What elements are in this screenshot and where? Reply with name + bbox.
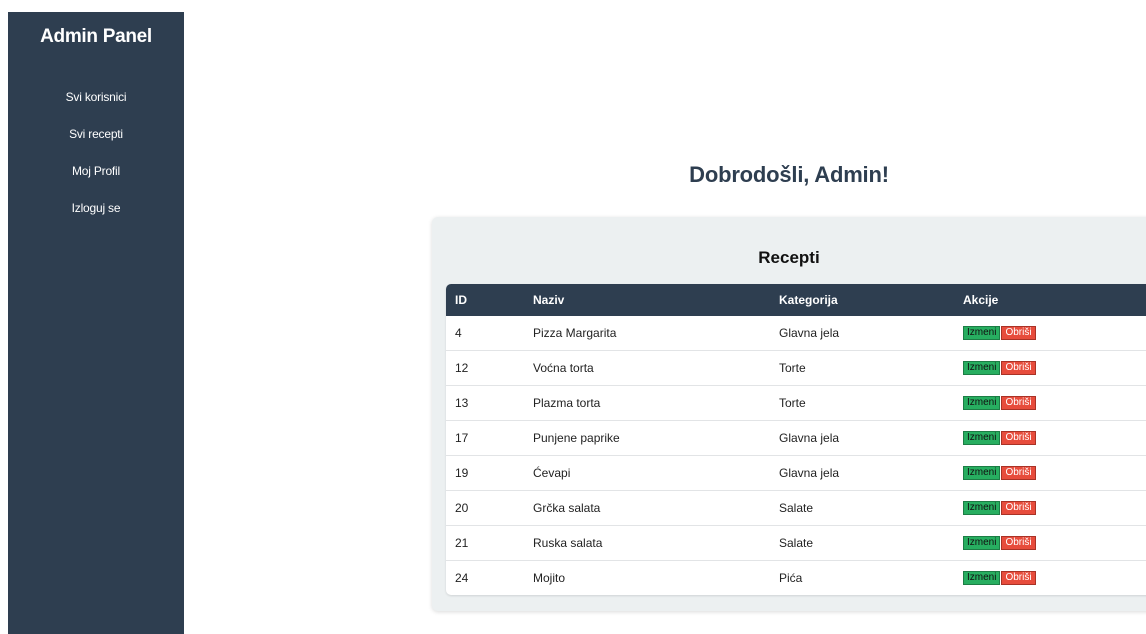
sidebar-item-izloguj-se[interactable]: Izloguj se [8, 201, 184, 238]
cell-akcije: Izmeni Obriši [954, 385, 1146, 421]
delete-button[interactable]: Obriši [1001, 326, 1036, 341]
table-header-row: ID Naziv Kategorija Akcije [446, 284, 1146, 316]
edit-button[interactable]: Izmeni [963, 466, 1001, 481]
cell-id: 12 [446, 350, 524, 386]
cell-kategorija: Salate [770, 490, 954, 526]
cell-id: 21 [446, 525, 524, 561]
cell-kategorija: Salate [770, 525, 954, 561]
header-naziv: Naziv [533, 293, 565, 307]
cell-naziv: Plazma torta [524, 385, 770, 421]
recipes-panel: Recepti ID Naziv Kategorija Akcije 4 Pizz… [432, 217, 1146, 611]
edit-button[interactable]: Izmeni [963, 536, 1001, 551]
edit-button[interactable]: Izmeni [963, 501, 1001, 516]
cell-id: 20 [446, 490, 524, 526]
delete-button[interactable]: Obriši [1001, 396, 1036, 411]
header-kategorija: Kategorija [779, 293, 838, 307]
table-row: 4 Pizza Margarita Glavna jela Izmeni Obriši [446, 316, 1146, 351]
cell-id: 4 [446, 316, 524, 351]
header-id: ID [455, 293, 467, 307]
delete-button[interactable]: Obriši [1001, 536, 1036, 551]
delete-button[interactable]: Obriši [1001, 571, 1036, 586]
cell-naziv: Punjene paprike [524, 420, 770, 456]
cell-id: 19 [446, 455, 524, 491]
cell-akcije: Izmeni Obriši [954, 561, 1146, 596]
delete-button[interactable]: Obriši [1001, 501, 1036, 516]
sidebar-title: Admin Panel [40, 26, 152, 47]
cell-naziv: Ćevapi [524, 455, 770, 491]
table-row: 24 Mojito Pića Izmeni Obriši [446, 561, 1146, 596]
cell-naziv: Mojito [533, 571, 566, 585]
recipes-table: ID Naziv Kategorija Akcije 4 Pizza Margar… [446, 284, 1146, 595]
delete-button[interactable]: Obriši [1001, 466, 1036, 481]
cell-akcije: Izmeni Obriši [954, 420, 1146, 456]
cell-kategorija: Glavna jela [770, 455, 954, 491]
cell-naziv: Grčka salata [524, 490, 770, 526]
cell-id: 17 [446, 420, 524, 456]
table-row: 13 Plazma torta Torte Izmeni Obriši [446, 385, 1146, 421]
sidebar-nav: Svi korisnici Svi recepti Moj Profil Izl… [8, 90, 184, 238]
table-row: 17 Punjene paprike Glavna jela Izmeni Obriši [446, 420, 1146, 456]
cell-naziv: Pizza Margarita [524, 316, 770, 351]
cell-kategorija: Torte [770, 350, 954, 386]
edit-button[interactable]: Izmeni [963, 571, 1001, 586]
cell-kategorija: Pića [779, 571, 803, 585]
table-body: 4 Pizza Margarita Glavna jela Izmeni Obriši 1… [446, 316, 1146, 595]
header-akcije: Akcije [963, 293, 999, 307]
table-header: ID Naziv Kategorija Akcije [446, 284, 1146, 316]
sidebar-item-moj-profil[interactable]: Moj Profil [8, 164, 184, 201]
cell-akcije: Izmeni Obriši [954, 490, 1146, 526]
cell-naziv: Voćna torta [524, 350, 770, 386]
recipes-table-wrap: ID Naziv Kategorija Akcije 4 Pizza Margar… [446, 284, 1146, 595]
page-title: Dobrodošli, Admin! [689, 162, 889, 187]
delete-button[interactable]: Obriši [1001, 431, 1036, 446]
table-row: 21 Ruska salata Salate Izmeni Obriši [446, 525, 1146, 561]
table-row: 12 Voćna torta Torte Izmeni Obriši [446, 350, 1146, 386]
cell-id: 13 [446, 385, 524, 421]
cell-kategorija: Glavna jela [770, 316, 954, 351]
cell-akcije: Izmeni Obriši [954, 350, 1146, 386]
cell-id: 24 [455, 571, 469, 585]
sidebar-item-svi-korisnici[interactable]: Svi korisnici [8, 90, 184, 127]
cell-akcije: Izmeni Obriši [954, 525, 1146, 561]
panel-title: Recepti [758, 248, 820, 267]
sidebar-item-svi-recepti[interactable]: Svi recepti [8, 127, 184, 164]
cell-akcije: Izmeni Obriši [954, 316, 1146, 351]
table-row: 20 Grčka salata Salate Izmeni Obriši [446, 490, 1146, 526]
edit-button[interactable]: Izmeni [963, 326, 1001, 341]
cell-kategorija: Torte [770, 385, 954, 421]
edit-button[interactable]: Izmeni [963, 396, 1001, 411]
cell-kategorija: Glavna jela [770, 420, 954, 456]
edit-button[interactable]: Izmeni [963, 361, 1001, 376]
edit-button[interactable]: Izmeni [963, 431, 1001, 446]
cell-naziv: Ruska salata [524, 525, 770, 561]
sidebar: Admin Panel Svi korisnici Svi recepti Mo… [8, 12, 184, 634]
delete-button[interactable]: Obriši [1001, 361, 1036, 376]
table-row: 19 Ćevapi Glavna jela Izmeni Obriši [446, 455, 1146, 491]
cell-akcije: Izmeni Obriši [954, 455, 1146, 491]
